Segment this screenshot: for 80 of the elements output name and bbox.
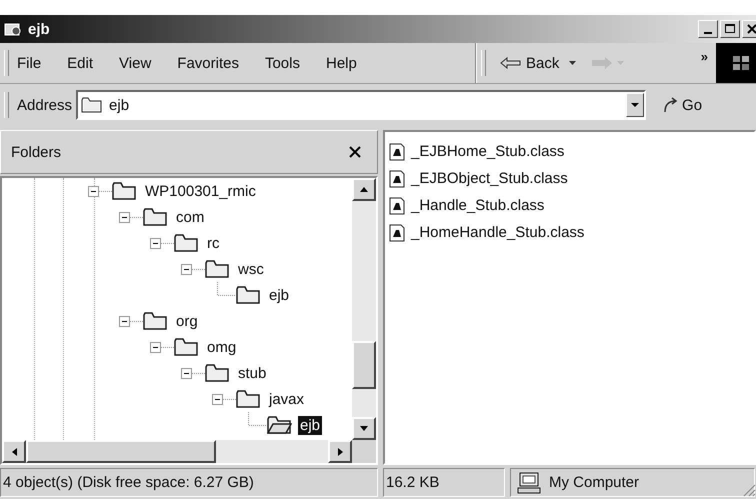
status-size: 16.2 KB bbox=[383, 468, 505, 497]
scroll-right-button[interactable] bbox=[328, 440, 352, 463]
class-file-name[interactable]: _Handle_Stub.class bbox=[411, 197, 544, 214]
tree-item[interactable]: omg bbox=[205, 338, 238, 356]
tree-connector bbox=[217, 282, 236, 296]
tree-item[interactable]: ejb bbox=[267, 286, 292, 304]
status-zone: My Computer bbox=[549, 474, 640, 491]
minimize-button[interactable] bbox=[698, 20, 718, 38]
open-folder-icon bbox=[267, 415, 292, 435]
folder-window-icon bbox=[4, 21, 22, 37]
scroll-down-button[interactable] bbox=[352, 417, 376, 440]
menu-item[interactable]: Help bbox=[326, 54, 357, 72]
back-arrow-icon bbox=[500, 57, 522, 69]
folder-icon bbox=[174, 337, 199, 357]
minimize-icon bbox=[704, 32, 712, 34]
collapse-icon[interactable] bbox=[181, 262, 205, 276]
folder-icon bbox=[81, 96, 104, 114]
class-file-name[interactable]: _HomeHandle_Stub.class bbox=[411, 224, 584, 241]
tree-item[interactable]: com bbox=[174, 208, 206, 226]
go-button[interactable]: Go bbox=[656, 96, 708, 114]
collapse-icon[interactable] bbox=[88, 184, 112, 198]
folder-icon bbox=[174, 233, 199, 253]
tree-item[interactable]: WP100301_rmic bbox=[143, 182, 258, 200]
tree-item[interactable]: wsc bbox=[236, 260, 266, 278]
status-text: 4 object(s) (Disk free space: 6.27 GB) bbox=[0, 468, 378, 497]
class-file-icon bbox=[389, 170, 405, 188]
scroll-up-button[interactable] bbox=[352, 178, 376, 201]
class-file-name[interactable]: _EJBObject_Stub.class bbox=[411, 170, 568, 187]
right-arrow-icon bbox=[338, 448, 342, 456]
up-arrow-icon bbox=[360, 187, 368, 192]
class-file-icon bbox=[389, 224, 405, 242]
folder-icon bbox=[205, 363, 230, 383]
collapse-icon[interactable] bbox=[119, 210, 143, 224]
collapse-icon[interactable] bbox=[150, 340, 174, 354]
address-field[interactable]: ejb bbox=[76, 90, 646, 120]
menu-item[interactable]: Favorites bbox=[177, 54, 239, 72]
caret-icon[interactable] bbox=[569, 60, 578, 66]
folder-icon bbox=[205, 259, 230, 279]
collapse-icon[interactable] bbox=[150, 236, 174, 250]
scrollbar-thumb[interactable] bbox=[352, 341, 376, 389]
tree-item[interactable]: org bbox=[174, 312, 200, 330]
scrollbar-thumb[interactable] bbox=[26, 440, 216, 463]
tree-item[interactable]: javax bbox=[267, 390, 306, 408]
maximize-icon bbox=[724, 23, 736, 35]
tree-connector bbox=[248, 412, 267, 426]
tree-item[interactable]: stub bbox=[236, 364, 268, 382]
more-button[interactable]: » bbox=[700, 49, 708, 64]
left-arrow-icon bbox=[12, 448, 16, 456]
class-file-icon bbox=[389, 142, 405, 160]
menu-item[interactable]: Edit bbox=[67, 54, 94, 72]
window-title: ejb bbox=[28, 20, 50, 38]
class-file-icon bbox=[389, 196, 405, 214]
menu-item[interactable]: File bbox=[17, 54, 42, 72]
close-icon[interactable] bbox=[349, 146, 361, 158]
scrollbar-corner bbox=[352, 440, 376, 463]
menu-item[interactable]: Tools bbox=[264, 54, 300, 72]
close-icon bbox=[746, 23, 756, 35]
pane-title: Folders bbox=[11, 144, 62, 160]
caret-icon bbox=[630, 102, 640, 108]
maximize-button[interactable] bbox=[720, 20, 740, 38]
resize-grip-icon[interactable] bbox=[742, 483, 756, 497]
collapse-icon[interactable] bbox=[181, 366, 205, 380]
folder-icon bbox=[236, 285, 261, 305]
folder-icon bbox=[236, 389, 261, 409]
scroll-left-button[interactable] bbox=[2, 440, 26, 463]
tree-item[interactable]: rc bbox=[205, 234, 222, 252]
folder-icon bbox=[112, 181, 137, 201]
computer-icon bbox=[517, 472, 541, 494]
tree-item[interactable]: ejb bbox=[298, 416, 322, 434]
dropdown-button[interactable] bbox=[626, 93, 644, 117]
folder-icon bbox=[143, 207, 168, 227]
close-button[interactable] bbox=[742, 20, 756, 38]
class-file-name[interactable]: _EJBHome_Stub.class bbox=[411, 143, 564, 160]
address-label: Address bbox=[17, 96, 72, 114]
menu-item[interactable]: View bbox=[119, 54, 152, 72]
down-arrow-icon bbox=[360, 426, 368, 431]
collapse-icon[interactable] bbox=[212, 392, 236, 406]
folder-icon bbox=[143, 311, 168, 331]
collapse-icon[interactable] bbox=[119, 314, 143, 328]
back-button[interactable]: Back bbox=[494, 54, 566, 72]
